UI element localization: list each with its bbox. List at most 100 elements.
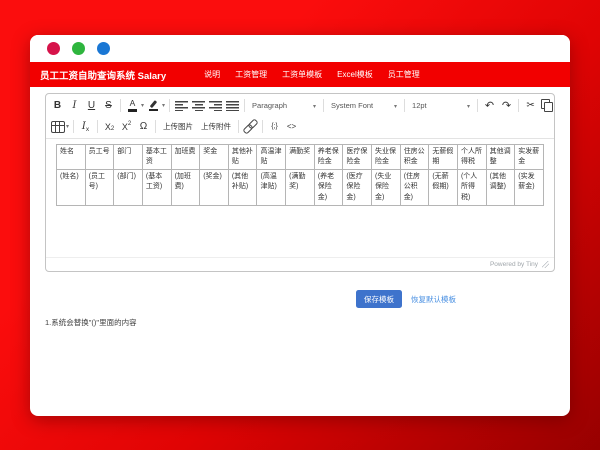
- table-header-cell[interactable]: 姓名: [57, 145, 86, 170]
- table-placeholder-cell[interactable]: (高温津贴): [257, 170, 286, 205]
- table-header-cell[interactable]: 其他补贴: [228, 145, 257, 170]
- toolbar-separator: [404, 99, 405, 112]
- code-sample-icon[interactable]: [266, 118, 283, 135]
- table-header-cell[interactable]: 医疗保险金: [343, 145, 372, 170]
- table-header-cell[interactable]: 养老保险金: [314, 145, 343, 170]
- table-placeholder-cell[interactable]: (员工号): [85, 170, 114, 205]
- richtext-editor: Paragraph System Font 12pt: [45, 93, 555, 272]
- table-icon[interactable]: [51, 121, 65, 133]
- text-color-chevron-icon[interactable]: [141, 102, 144, 109]
- source-code-icon[interactable]: [283, 118, 300, 135]
- align-center-icon[interactable]: [192, 100, 205, 111]
- cut-icon[interactable]: [522, 97, 539, 114]
- table-header-cell[interactable]: 高温津贴: [257, 145, 286, 170]
- table-placeholder-cell[interactable]: (加班费): [171, 170, 200, 205]
- table-placeholder-cell[interactable]: (个人所得税): [457, 170, 486, 205]
- browser-window: 员工工资自助查询系统 Salary 说明 工资管理 工资单模板 Excel模板 员工管理: [30, 35, 570, 416]
- browser-chrome: [30, 35, 570, 62]
- table-placeholder-cell[interactable]: (满勤奖): [286, 170, 315, 205]
- app-title: 员工工资自助查询系统 Salary: [40, 68, 166, 82]
- align-right-icon[interactable]: [209, 100, 222, 111]
- nav-item[interactable]: 员工管理: [388, 69, 420, 80]
- table-header-cell[interactable]: 基本工资: [142, 145, 171, 170]
- nav-item[interactable]: 说明: [204, 69, 220, 80]
- table-placeholder-cell[interactable]: (住房公积金): [400, 170, 429, 205]
- chevron-down-icon: [467, 101, 470, 110]
- font-size-select[interactable]: 12pt: [408, 97, 474, 114]
- underline-icon[interactable]: [83, 97, 100, 114]
- editor-statusbar: Powered by Tiny: [46, 257, 554, 271]
- superscript-icon[interactable]: [118, 118, 135, 135]
- table-placeholder-cell[interactable]: (医疗保险金): [343, 170, 372, 205]
- navbar-menu: 说明 工资管理 工资单模板 Excel模板 员工管理: [204, 69, 420, 80]
- table-placeholder-cell[interactable]: (其他调整): [486, 170, 515, 205]
- paragraph-format-select[interactable]: Paragraph: [248, 97, 320, 114]
- upload-attachment-button[interactable]: 上传附件: [197, 118, 235, 135]
- table-header-cell[interactable]: 员工号: [85, 145, 114, 170]
- window-minimize-button[interactable]: [72, 42, 85, 55]
- table-header-cell[interactable]: 满勤奖: [286, 145, 315, 170]
- restore-default-template-link[interactable]: 恢复默认模板: [411, 294, 456, 305]
- nav-item[interactable]: Excel模板: [337, 69, 373, 80]
- placeholder-hint-note: 1.系统会替换"()"里面的内容: [45, 317, 555, 328]
- table-placeholder-cell[interactable]: (基本工资): [142, 170, 171, 205]
- table-header-cell[interactable]: 个人所得税: [457, 145, 486, 170]
- table-header-cell[interactable]: 无薪假期: [429, 145, 458, 170]
- font-size-value: 12pt: [412, 101, 427, 110]
- nav-item[interactable]: 工资管理: [235, 69, 267, 80]
- table-chevron-icon[interactable]: [66, 123, 69, 130]
- subscript-icon[interactable]: [101, 118, 118, 135]
- toolbar-separator: [518, 99, 519, 112]
- clear-formatting-icon[interactable]: [77, 118, 94, 135]
- toolbar-separator: [155, 120, 156, 133]
- table-header-cell[interactable]: 住房公积金: [400, 145, 429, 170]
- table-header-cell[interactable]: 其他调整: [486, 145, 515, 170]
- align-justify-icon[interactable]: [226, 100, 239, 111]
- resize-handle-icon[interactable]: [542, 261, 549, 268]
- table-header-cell[interactable]: 失业保险金: [372, 145, 401, 170]
- editor-content-area[interactable]: 姓名员工号部门基本工资加班费奖金其他补贴高温津贴满勤奖养老保险金医疗保险金失业保…: [46, 139, 554, 257]
- font-family-value: System Font: [331, 101, 373, 110]
- align-left-icon[interactable]: [175, 100, 188, 111]
- undo-icon[interactable]: [481, 97, 498, 114]
- redo-icon[interactable]: [498, 97, 515, 114]
- table-placeholder-cell[interactable]: (无薪假期): [429, 170, 458, 205]
- bold-icon[interactable]: [49, 97, 66, 114]
- strikethrough-icon[interactable]: [100, 97, 117, 114]
- window-close-button[interactable]: [47, 42, 60, 55]
- toolbar-row-1: Paragraph System Font 12pt: [49, 95, 551, 116]
- toolbar-separator: [73, 120, 74, 133]
- link-icon[interactable]: [242, 118, 259, 135]
- chevron-down-icon: [394, 101, 397, 110]
- table-header-cell[interactable]: 实发薪金: [515, 145, 544, 170]
- table-header-cell[interactable]: 部门: [114, 145, 143, 170]
- toolbar-separator: [262, 120, 263, 133]
- table-placeholder-cell[interactable]: (失业保险金): [372, 170, 401, 205]
- text-color-icon[interactable]: [124, 97, 141, 114]
- table-header-cell[interactable]: 奖金: [200, 145, 229, 170]
- italic-icon[interactable]: [66, 97, 83, 114]
- copy-icon[interactable]: [539, 97, 555, 114]
- highlight-color-chevron-icon[interactable]: [162, 102, 165, 109]
- table-placeholder-cell[interactable]: (其他补贴): [228, 170, 257, 205]
- table-header-row: 姓名员工号部门基本工资加班费奖金其他补贴高温津贴满勤奖养老保险金医疗保险金失业保…: [57, 145, 544, 170]
- table-placeholder-cell[interactable]: (姓名): [57, 170, 86, 205]
- table-placeholder-cell[interactable]: (养老保险金): [314, 170, 343, 205]
- save-template-button[interactable]: 保存模板: [356, 290, 402, 308]
- upload-image-button[interactable]: 上传图片: [159, 118, 197, 135]
- nav-item[interactable]: 工资单模板: [282, 69, 322, 80]
- table-placeholder-cell[interactable]: (实发薪金): [515, 170, 544, 205]
- special-character-icon[interactable]: [135, 118, 152, 135]
- toolbar-separator: [169, 99, 170, 112]
- table-placeholder-cell[interactable]: (奖金): [200, 170, 229, 205]
- payslip-template-table: 姓名员工号部门基本工资加班费奖金其他补贴高温津贴满勤奖养老保险金医疗保险金失业保…: [56, 144, 544, 206]
- font-family-select[interactable]: System Font: [327, 97, 401, 114]
- paragraph-format-value: Paragraph: [252, 101, 287, 110]
- toolbar-row-2: 上传图片 上传附件: [49, 116, 551, 137]
- editor-toolbar: Paragraph System Font 12pt: [46, 94, 554, 139]
- table-placeholder-cell[interactable]: (部门): [114, 170, 143, 205]
- toolbar-separator: [97, 120, 98, 133]
- table-header-cell[interactable]: 加班费: [171, 145, 200, 170]
- window-maximize-button[interactable]: [97, 42, 110, 55]
- highlight-color-icon[interactable]: [145, 97, 162, 114]
